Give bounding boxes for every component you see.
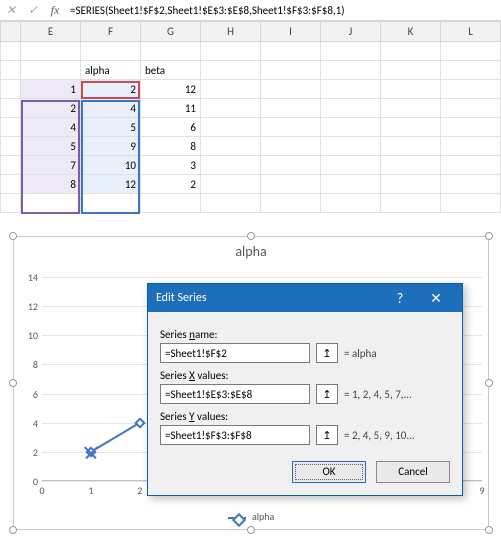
ref-icon: ↥ <box>322 429 331 442</box>
cancel-button[interactable]: Cancel <box>376 461 450 483</box>
col-header-k[interactable]: K <box>381 22 441 42</box>
cell-e3[interactable]: 1 <box>21 80 81 99</box>
ref-icon: ↥ <box>322 347 331 360</box>
grid-row[interactable] <box>1 194 501 213</box>
ok-button[interactable]: OK <box>292 461 366 483</box>
series-name-preview: = alpha <box>344 347 377 360</box>
dialog-titlebar[interactable]: Edit Series ? ✕ <box>148 284 462 312</box>
cell-f8[interactable]: 12 <box>81 175 141 194</box>
x-tick-label: 1 <box>88 484 93 497</box>
grid-row[interactable]: 8 12 2 <box>1 175 501 194</box>
edit-series-dialog: Edit Series ? ✕ Series name: ↥ = alpha S… <box>147 283 463 496</box>
cell-f3[interactable]: 2 <box>81 80 141 99</box>
y-tick-label: 0 <box>20 475 38 488</box>
x-tick-label: 0 <box>39 484 44 497</box>
selection-handle[interactable] <box>9 526 17 534</box>
spreadsheet-grid[interactable]: E F G H I J K L alpha beta 1 2 12 2 4 11… <box>0 21 501 213</box>
cell-e5[interactable]: 4 <box>21 118 81 137</box>
col-header-g[interactable]: G <box>141 22 201 42</box>
grid-row[interactable] <box>1 42 501 61</box>
series-name-input[interactable] <box>160 343 310 363</box>
collapse-ref-button[interactable]: ↥ <box>316 425 338 445</box>
series-y-input[interactable] <box>160 425 310 445</box>
cell-e4[interactable]: 2 <box>21 99 81 118</box>
col-header-f[interactable]: F <box>81 22 141 42</box>
grid-row[interactable]: 7 10 3 <box>1 156 501 175</box>
cell-f6[interactable]: 9 <box>81 137 141 156</box>
chart-title[interactable]: alpha <box>14 243 488 260</box>
cell-g4[interactable]: 11 <box>141 99 201 118</box>
chart-legend[interactable]: alpha <box>14 510 488 523</box>
selection-handle[interactable] <box>485 526 493 534</box>
ref-icon: ↥ <box>322 388 331 401</box>
close-button[interactable]: ✕ <box>418 290 454 307</box>
cell-g8[interactable]: 2 <box>141 175 201 194</box>
cell-e7[interactable]: 7 <box>21 156 81 175</box>
cell-f5[interactable]: 5 <box>81 118 141 137</box>
legend-label: alpha <box>252 510 274 523</box>
data-point-marker[interactable] <box>85 446 96 457</box>
help-button[interactable]: ? <box>382 290 418 307</box>
grid-row[interactable]: 2 4 11 <box>1 99 501 118</box>
collapse-ref-button[interactable]: ↥ <box>316 343 338 363</box>
cell-g7[interactable]: 3 <box>141 156 201 175</box>
y-tick-label: 4 <box>20 417 38 430</box>
col-header-i[interactable]: I <box>261 22 321 42</box>
col-header-j[interactable]: J <box>321 22 381 42</box>
selection-handle[interactable] <box>485 232 493 240</box>
cell-f2[interactable]: alpha <box>81 61 141 80</box>
cell-e8[interactable]: 8 <box>21 175 81 194</box>
selection-handle[interactable] <box>485 379 493 387</box>
cell-e6[interactable]: 5 <box>21 137 81 156</box>
dialog-body: Series name: ↥ = alpha Series X values: … <box>148 312 462 453</box>
collapse-ref-button[interactable]: ↥ <box>316 384 338 404</box>
series-x-label: Series X values: <box>160 369 450 382</box>
row-gutter <box>1 22 21 42</box>
cell-f4[interactable]: 4 <box>81 99 141 118</box>
series-y-label: Series Y values: <box>160 410 450 423</box>
series-x-preview: = 1, 2, 4, 5, 7,... <box>344 388 412 401</box>
cell-g6[interactable]: 8 <box>141 137 201 156</box>
grid-row[interactable]: 5 9 8 <box>1 137 501 156</box>
series-x-input[interactable] <box>160 384 310 404</box>
y-tick-label: 10 <box>20 329 38 342</box>
enter-formula-icon[interactable]: ✓ <box>22 3 44 18</box>
cell-g5[interactable]: 6 <box>141 118 201 137</box>
selection-handle[interactable] <box>247 526 255 534</box>
y-tick-label: 2 <box>20 446 38 459</box>
selection-handle[interactable] <box>9 232 17 240</box>
grid-row[interactable]: 1 2 12 <box>1 80 501 99</box>
grid-row[interactable]: 4 5 6 <box>1 118 501 137</box>
x-tick-label: 2 <box>137 484 142 497</box>
legend-marker-icon <box>228 517 246 519</box>
y-tick-label: 8 <box>20 358 38 371</box>
selection-handle[interactable] <box>9 379 17 387</box>
fx-icon[interactable]: fx <box>44 3 66 18</box>
cell-g3[interactable]: 12 <box>141 80 201 99</box>
col-header-l[interactable]: L <box>441 22 501 42</box>
col-header-h[interactable]: H <box>201 22 261 42</box>
cancel-formula-icon[interactable]: ✕ <box>0 3 22 18</box>
col-header-e[interactable]: E <box>21 22 81 42</box>
y-tick-label: 14 <box>20 271 38 284</box>
cell-f7[interactable]: 10 <box>81 156 141 175</box>
grid-row[interactable]: alpha beta <box>1 61 501 80</box>
series-y-preview: = 2, 4, 5, 9, 10... <box>344 429 415 442</box>
formula-input[interactable] <box>66 4 501 17</box>
sheet-area[interactable]: E F G H I J K L alpha beta 1 2 12 2 4 11… <box>0 21 501 235</box>
dialog-title: Edit Series <box>156 291 207 305</box>
y-tick-label: 6 <box>20 388 38 401</box>
formula-bar: ✕ ✓ fx <box>0 0 501 21</box>
x-tick-label: 9 <box>479 484 484 497</box>
y-tick-label: 12 <box>20 300 38 313</box>
selection-handle[interactable] <box>247 232 255 240</box>
cell-g2[interactable]: beta <box>141 61 201 80</box>
series-name-label: Series name: <box>160 328 450 341</box>
